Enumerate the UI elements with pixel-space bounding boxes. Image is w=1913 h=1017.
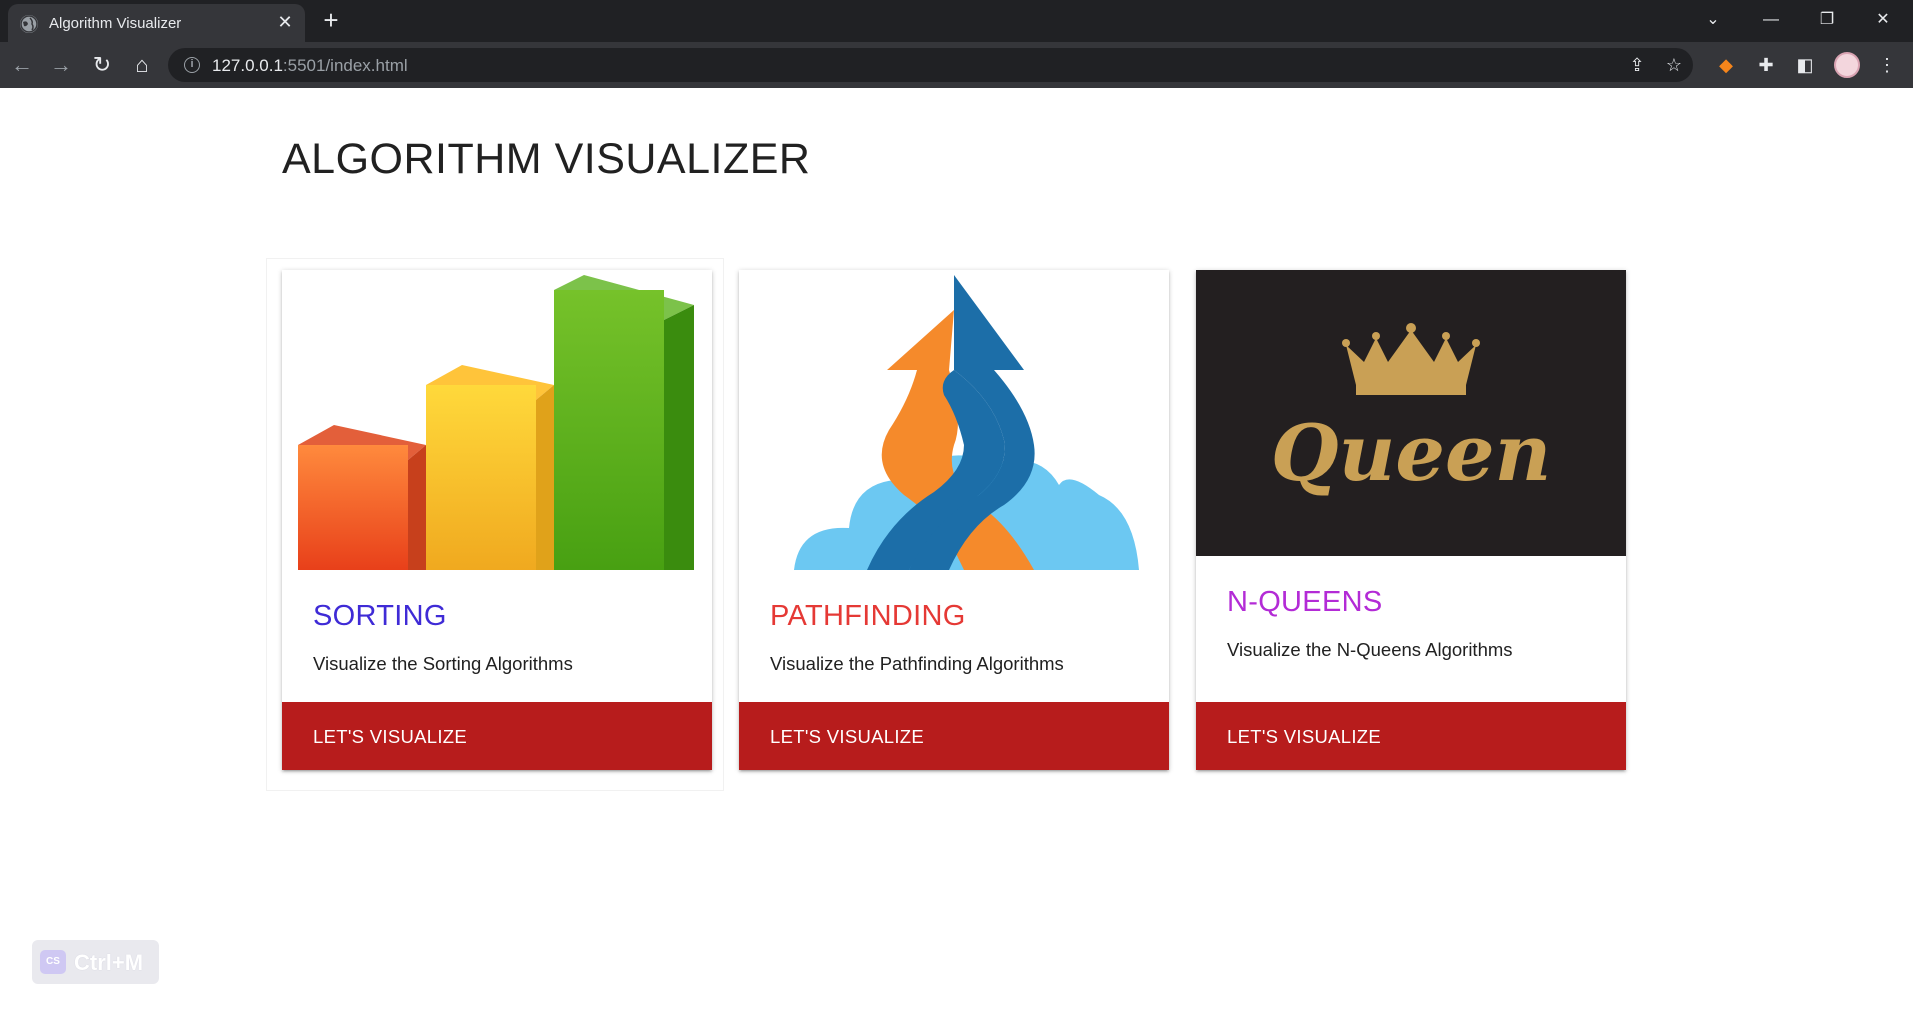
n-queens-visualize-button[interactable]: LET'S VISUALIZE [1196,702,1626,770]
reload-icon[interactable]: ↻ [88,51,116,79]
svg-text:Queen: Queen [1271,408,1552,499]
close-window-icon[interactable]: ✕ [1868,8,1898,32]
button-label: LET'S VISUALIZE [770,726,925,747]
close-tab-icon[interactable]: ✕ [274,11,296,33]
tab-title: Algorithm Visualizer [49,15,182,32]
site-info-icon[interactable]: i [184,57,200,73]
tab-search-icon[interactable]: ⌄ [1698,8,1728,32]
bar-chart-illustration [298,275,694,570]
url-path: :5501/index.html [282,56,408,75]
extensions-puzzle-icon[interactable]: ✚ [1753,52,1779,78]
share-icon[interactable]: ⇪ [1625,53,1649,77]
home-icon[interactable]: ⌂ [128,51,156,79]
queen-crown-illustration: Queen [1196,270,1626,556]
browser-tab[interactable]: Algorithm Visualizer ✕ [8,4,305,42]
url-host: 127.0.0.1 [212,56,283,75]
minimize-icon[interactable]: — [1756,8,1786,32]
globe-icon [20,15,38,33]
pathfinding-visualize-button[interactable]: LET'S VISUALIZE [739,702,1169,770]
address-bar[interactable]: i 127.0.0.1:5501/index.html ⇪ ☆ [168,48,1693,82]
card-description: Visualize the N-Queens Algorithms [1227,639,1513,660]
cs-logo-icon: CS [40,950,66,974]
new-tab-button[interactable]: + [318,7,344,34]
side-panel-icon[interactable]: ◧ [1792,52,1818,78]
intertwined-arrows-illustration [794,275,1139,570]
card-title: PATHFINDING [770,600,966,632]
sorting-card: SORTING Visualize the Sorting Algorithms… [282,270,712,770]
browser-tab-strip: Algorithm Visualizer ✕ + ⌄ — ❐ ✕ [0,0,1913,42]
forward-icon[interactable]: → [47,51,75,79]
bookmark-star-icon[interactable]: ☆ [1662,53,1686,77]
browser-toolbar: ← → ↻ ⌂ i 127.0.0.1:5501/index.html ⇪ ☆ … [0,42,1913,88]
card-description: Visualize the Pathfinding Algorithms [770,653,1064,674]
card-description: Visualize the Sorting Algorithms [313,653,573,674]
restore-icon[interactable]: ❐ [1812,8,1842,32]
page-title: ALGORITHM VISUALIZER [282,135,811,183]
button-label: LET'S VISUALIZE [1227,726,1382,747]
profile-avatar[interactable] [1834,52,1860,78]
card-title: SORTING [313,600,447,632]
metamask-extension-icon[interactable]: ◆ [1713,52,1739,78]
shortcut-text: Ctrl+M [74,950,144,975]
button-label: LET'S VISUALIZE [313,726,468,747]
shortcut-overlay-badge[interactable]: CS Ctrl+M [32,940,159,984]
back-icon[interactable]: ← [8,51,36,79]
pathfinding-card: PATHFINDING Visualize the Pathfinding Al… [739,270,1169,770]
card-title: N-QUEENS [1227,586,1383,618]
sorting-visualize-button[interactable]: LET'S VISUALIZE [282,702,712,770]
n-queens-card: Queen N-QUEENS Visualize the N-Queens Al… [1196,270,1626,770]
url-text[interactable]: 127.0.0.1:5501/index.html [212,56,408,76]
more-menu-icon[interactable]: ⋮ [1874,52,1900,78]
